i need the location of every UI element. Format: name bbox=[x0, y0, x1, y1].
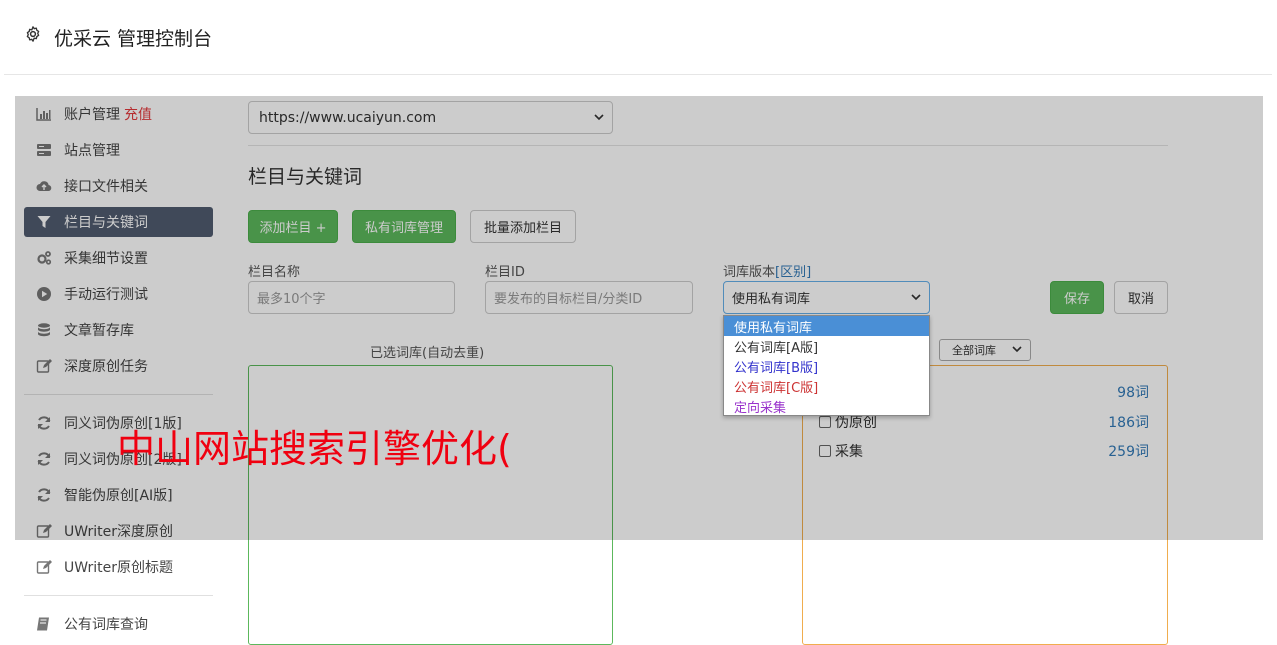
lib-filter-value: 全部词库 bbox=[952, 344, 996, 357]
sidebar-item-columns[interactable]: 栏目与关键词 bbox=[24, 207, 213, 237]
sidebar-item-ai-original[interactable]: 智能伪原创[AI版] bbox=[24, 480, 213, 510]
book-icon bbox=[37, 617, 49, 631]
sidebar-item-public-lib[interactable]: 公有词库查询 bbox=[24, 609, 213, 639]
lib-version-label-text: 词库版本 bbox=[723, 265, 776, 280]
private-lib-button[interactable]: 私有词库管理 bbox=[352, 210, 456, 243]
edit-icon bbox=[36, 560, 52, 574]
refresh-icon bbox=[37, 416, 51, 430]
chevron-down-icon bbox=[1012, 346, 1022, 353]
save-button[interactable]: 保存 bbox=[1050, 281, 1104, 314]
lib-count: 186词 bbox=[1108, 415, 1149, 431]
site-select-value: https://www.ucaiyun.com bbox=[259, 109, 437, 126]
refresh-icon bbox=[37, 488, 51, 502]
sidebar-item-label: 智能伪原创[AI版] bbox=[64, 488, 173, 504]
edit-icon bbox=[36, 524, 52, 538]
sidebar-item-label: 账户管理 bbox=[64, 107, 120, 123]
sidebar-item-label: UWriter原创标题 bbox=[64, 560, 173, 576]
gear-icon bbox=[26, 26, 40, 42]
column-id-input[interactable]: 要发布的目标栏目/分类ID bbox=[485, 281, 693, 314]
cloud-upload-icon bbox=[36, 181, 52, 192]
cancel-button[interactable]: 取消 bbox=[1114, 281, 1168, 314]
sidebar-item-label: UWriter深度原创 bbox=[64, 524, 173, 540]
dropdown-option[interactable]: 公有词库[A版] bbox=[724, 336, 929, 356]
dropdown-option[interactable]: 定向采集 bbox=[724, 396, 929, 416]
difference-link[interactable]: [区别] bbox=[775, 265, 811, 280]
edit-icon bbox=[36, 359, 52, 373]
cogs-icon bbox=[37, 251, 52, 265]
lib-version-value: 使用私有词库 bbox=[732, 292, 811, 307]
sidebar-item-uwriter-deep[interactable]: UWriter深度原创 bbox=[24, 516, 213, 546]
app-title: 优采云 管理控制台 bbox=[54, 28, 213, 50]
lib-count: 98词 bbox=[1117, 385, 1149, 401]
column-name-input[interactable]: 最多10个字 bbox=[248, 281, 455, 314]
lib-name: 采集 bbox=[835, 444, 863, 460]
sidebar-item-label: 文章暂存库 bbox=[64, 323, 134, 339]
server-icon bbox=[37, 144, 51, 156]
sidebar-item-label: 采集细节设置 bbox=[64, 251, 148, 267]
sidebar-item-sites[interactable]: 站点管理 bbox=[24, 135, 213, 165]
sidebar-item-collect-settings[interactable]: 采集细节设置 bbox=[24, 243, 213, 273]
lib-row[interactable]: 采集 259词 bbox=[819, 441, 1149, 461]
lib-version-dropdown[interactable]: 使用私有词库 公有词库[A版] 公有词库[B版] 公有词库[C版] 定向采集 bbox=[723, 315, 930, 416]
sidebar-item-label: 栏目与关键词 bbox=[64, 215, 148, 231]
sidebar: 账户管理 充值 站点管理 接口文件相关 栏目与关键词 采集细节设置 手动运行测试… bbox=[24, 96, 213, 636]
section-title: 栏目与关键词 bbox=[248, 166, 363, 188]
filter-icon bbox=[37, 216, 51, 228]
sidebar-item-label: 手动运行测试 bbox=[64, 287, 148, 303]
selected-libs-title: 已选词库(自动去重) bbox=[370, 346, 485, 361]
top-bar: 优采云 管理控制台 bbox=[4, 4, 1272, 75]
sidebar-divider bbox=[24, 595, 213, 596]
column-id-label: 栏目ID bbox=[485, 265, 525, 280]
dropdown-option[interactable]: 公有词库[B版] bbox=[724, 356, 929, 376]
main-content: https://www.ucaiyun.com 栏目与关键词 添加栏目 + 私有… bbox=[248, 96, 1168, 645]
dropdown-option[interactable]: 使用私有词库 bbox=[724, 316, 929, 336]
lib-version-select[interactable]: 使用私有词库 bbox=[723, 281, 930, 314]
sidebar-item-uwriter-title[interactable]: UWriter原创标题 bbox=[24, 552, 213, 582]
chevron-down-icon bbox=[911, 293, 921, 300]
sidebar-item-article-store[interactable]: 文章暂存库 bbox=[24, 315, 213, 345]
lib-version-label: 词库版本[区别] bbox=[723, 261, 811, 280]
selected-libs-box[interactable] bbox=[248, 365, 613, 645]
sidebar-item-label: 公有词库查询 bbox=[64, 617, 148, 633]
dropdown-option[interactable]: 公有词库[C版] bbox=[724, 376, 929, 396]
sidebar-item-label: 接口文件相关 bbox=[64, 179, 148, 195]
refresh-icon bbox=[37, 452, 51, 466]
sidebar-divider bbox=[24, 394, 213, 395]
lib-checkbox[interactable] bbox=[819, 445, 831, 457]
sidebar-item-interface[interactable]: 接口文件相关 bbox=[24, 171, 213, 201]
chevron-down-icon bbox=[594, 113, 604, 120]
database-icon bbox=[38, 323, 50, 337]
recharge-link[interactable]: 充值 bbox=[124, 104, 152, 124]
divider bbox=[248, 145, 1168, 146]
batch-add-button[interactable]: 批量添加栏目 bbox=[470, 210, 576, 243]
sidebar-item-deep-original[interactable]: 深度原创任务 bbox=[24, 351, 213, 381]
sidebar-item-manual-run[interactable]: 手动运行测试 bbox=[24, 279, 213, 309]
lib-filter-select[interactable]: 全部词库 bbox=[939, 339, 1031, 361]
sidebar-item-account[interactable]: 账户管理 充值 bbox=[24, 99, 213, 129]
site-select[interactable]: https://www.ucaiyun.com bbox=[248, 101, 613, 134]
lib-count: 259词 bbox=[1108, 444, 1149, 460]
play-circle-icon bbox=[37, 287, 51, 301]
lib-checkbox[interactable] bbox=[819, 416, 831, 428]
bar-chart-icon bbox=[36, 108, 51, 121]
sidebar-item-label: 站点管理 bbox=[64, 143, 120, 159]
add-column-button[interactable]: 添加栏目 + bbox=[248, 210, 338, 243]
sidebar-item-label: 深度原创任务 bbox=[64, 359, 148, 375]
column-name-label: 栏目名称 bbox=[248, 265, 301, 280]
watermark-text: 中山网站搜索引擎优化( bbox=[117, 427, 512, 471]
